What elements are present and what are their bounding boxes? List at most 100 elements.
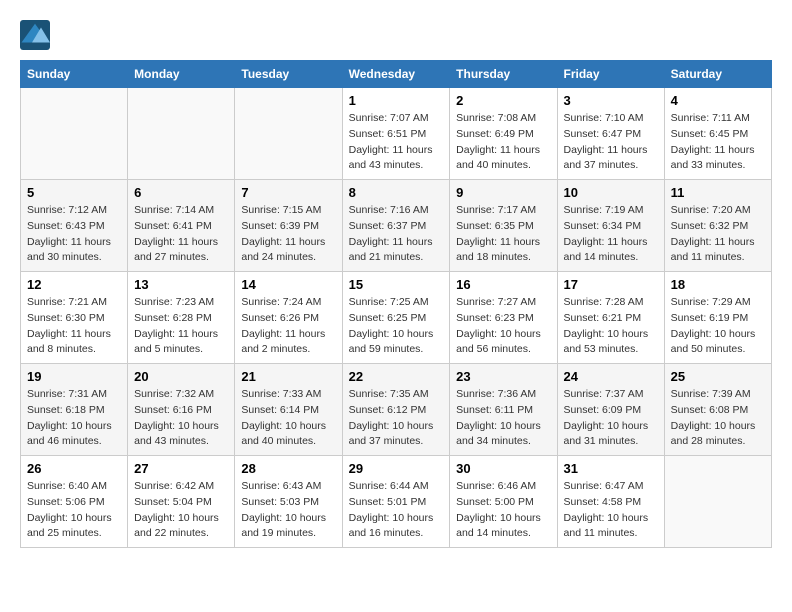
day-info: Sunrise: 7:20 AM Sunset: 6:32 PM Dayligh… [671, 203, 765, 266]
sunrise-text: Sunrise: 7:12 AM [27, 204, 107, 216]
daylight-text: Daylight: 11 hours and 2 minutes. [241, 328, 325, 356]
daylight-text: Daylight: 10 hours and 25 minutes. [27, 512, 112, 540]
sunset-text: Sunset: 6:45 PM [671, 128, 749, 140]
day-info: Sunrise: 7:36 AM Sunset: 6:11 PM Dayligh… [456, 387, 550, 450]
logo [20, 20, 54, 50]
calendar-cell: 23 Sunrise: 7:36 AM Sunset: 6:11 PM Dayl… [450, 364, 557, 456]
calendar-cell: 3 Sunrise: 7:10 AM Sunset: 6:47 PM Dayli… [557, 88, 664, 180]
daylight-text: Daylight: 10 hours and 50 minutes. [671, 328, 756, 356]
daylight-text: Daylight: 11 hours and 33 minutes. [671, 144, 755, 172]
sunrise-text: Sunrise: 7:29 AM [671, 296, 751, 308]
calendar-cell: 21 Sunrise: 7:33 AM Sunset: 6:14 PM Dayl… [235, 364, 342, 456]
day-info: Sunrise: 7:24 AM Sunset: 6:26 PM Dayligh… [241, 295, 335, 358]
day-number: 6 [134, 185, 228, 200]
day-number: 19 [27, 369, 121, 384]
day-info: Sunrise: 7:12 AM Sunset: 6:43 PM Dayligh… [27, 203, 121, 266]
sunset-text: Sunset: 5:01 PM [349, 496, 427, 508]
calendar-cell: 25 Sunrise: 7:39 AM Sunset: 6:08 PM Dayl… [664, 364, 771, 456]
day-info: Sunrise: 7:16 AM Sunset: 6:37 PM Dayligh… [349, 203, 444, 266]
sunset-text: Sunset: 6:37 PM [349, 220, 427, 232]
calendar-cell: 6 Sunrise: 7:14 AM Sunset: 6:41 PM Dayli… [128, 180, 235, 272]
daylight-text: Daylight: 11 hours and 14 minutes. [564, 236, 648, 264]
sunset-text: Sunset: 6:25 PM [349, 312, 427, 324]
calendar-cell: 9 Sunrise: 7:17 AM Sunset: 6:35 PM Dayli… [450, 180, 557, 272]
sunrise-text: Sunrise: 7:35 AM [349, 388, 429, 400]
day-number: 26 [27, 461, 121, 476]
day-number: 14 [241, 277, 335, 292]
sunset-text: Sunset: 6:11 PM [456, 404, 533, 416]
sunset-text: Sunset: 5:00 PM [456, 496, 534, 508]
daylight-text: Daylight: 10 hours and 40 minutes. [241, 420, 326, 448]
day-number: 17 [564, 277, 658, 292]
day-info: Sunrise: 7:23 AM Sunset: 6:28 PM Dayligh… [134, 295, 228, 358]
weekday-header-friday: Friday [557, 61, 664, 88]
calendar-week-row: 12 Sunrise: 7:21 AM Sunset: 6:30 PM Dayl… [21, 272, 772, 364]
day-info: Sunrise: 6:43 AM Sunset: 5:03 PM Dayligh… [241, 479, 335, 542]
sunset-text: Sunset: 4:58 PM [564, 496, 642, 508]
day-info: Sunrise: 7:08 AM Sunset: 6:49 PM Dayligh… [456, 111, 550, 174]
sunset-text: Sunset: 6:39 PM [241, 220, 319, 232]
day-number: 21 [241, 369, 335, 384]
calendar-cell: 1 Sunrise: 7:07 AM Sunset: 6:51 PM Dayli… [342, 88, 450, 180]
sunset-text: Sunset: 6:47 PM [564, 128, 642, 140]
daylight-text: Daylight: 10 hours and 28 minutes. [671, 420, 756, 448]
sunrise-text: Sunrise: 7:31 AM [27, 388, 107, 400]
sunset-text: Sunset: 6:28 PM [134, 312, 212, 324]
sunset-text: Sunset: 5:03 PM [241, 496, 319, 508]
calendar-cell: 26 Sunrise: 6:40 AM Sunset: 5:06 PM Dayl… [21, 456, 128, 548]
daylight-text: Daylight: 10 hours and 53 minutes. [564, 328, 649, 356]
sunset-text: Sunset: 6:41 PM [134, 220, 212, 232]
calendar-cell: 7 Sunrise: 7:15 AM Sunset: 6:39 PM Dayli… [235, 180, 342, 272]
sunrise-text: Sunrise: 7:11 AM [671, 112, 750, 124]
daylight-text: Daylight: 10 hours and 16 minutes. [349, 512, 434, 540]
day-number: 9 [456, 185, 550, 200]
day-number: 11 [671, 185, 765, 200]
day-info: Sunrise: 7:28 AM Sunset: 6:21 PM Dayligh… [564, 295, 658, 358]
day-number: 10 [564, 185, 658, 200]
day-info: Sunrise: 7:32 AM Sunset: 6:16 PM Dayligh… [134, 387, 228, 450]
daylight-text: Daylight: 10 hours and 31 minutes. [564, 420, 649, 448]
sunrise-text: Sunrise: 6:40 AM [27, 480, 107, 492]
calendar-cell: 14 Sunrise: 7:24 AM Sunset: 6:26 PM Dayl… [235, 272, 342, 364]
day-info: Sunrise: 7:07 AM Sunset: 6:51 PM Dayligh… [349, 111, 444, 174]
day-number: 2 [456, 93, 550, 108]
day-number: 22 [349, 369, 444, 384]
sunrise-text: Sunrise: 7:07 AM [349, 112, 429, 124]
daylight-text: Daylight: 11 hours and 11 minutes. [671, 236, 755, 264]
weekday-header-wednesday: Wednesday [342, 61, 450, 88]
calendar-cell [664, 456, 771, 548]
day-number: 20 [134, 369, 228, 384]
day-info: Sunrise: 7:39 AM Sunset: 6:08 PM Dayligh… [671, 387, 765, 450]
daylight-text: Daylight: 10 hours and 46 minutes. [27, 420, 112, 448]
sunrise-text: Sunrise: 7:21 AM [27, 296, 107, 308]
day-info: Sunrise: 7:27 AM Sunset: 6:23 PM Dayligh… [456, 295, 550, 358]
day-info: Sunrise: 7:14 AM Sunset: 6:41 PM Dayligh… [134, 203, 228, 266]
sunset-text: Sunset: 6:08 PM [671, 404, 749, 416]
sunset-text: Sunset: 6:26 PM [241, 312, 319, 324]
sunset-text: Sunset: 6:35 PM [456, 220, 534, 232]
calendar-cell: 20 Sunrise: 7:32 AM Sunset: 6:16 PM Dayl… [128, 364, 235, 456]
calendar-cell: 4 Sunrise: 7:11 AM Sunset: 6:45 PM Dayli… [664, 88, 771, 180]
weekday-header-tuesday: Tuesday [235, 61, 342, 88]
sunset-text: Sunset: 6:16 PM [134, 404, 212, 416]
day-info: Sunrise: 7:25 AM Sunset: 6:25 PM Dayligh… [349, 295, 444, 358]
sunset-text: Sunset: 6:30 PM [27, 312, 105, 324]
calendar-cell: 27 Sunrise: 6:42 AM Sunset: 5:04 PM Dayl… [128, 456, 235, 548]
daylight-text: Daylight: 11 hours and 24 minutes. [241, 236, 325, 264]
day-number: 4 [671, 93, 765, 108]
day-number: 27 [134, 461, 228, 476]
day-number: 23 [456, 369, 550, 384]
day-number: 8 [349, 185, 444, 200]
day-info: Sunrise: 6:46 AM Sunset: 5:00 PM Dayligh… [456, 479, 550, 542]
day-number: 18 [671, 277, 765, 292]
calendar-cell: 13 Sunrise: 7:23 AM Sunset: 6:28 PM Dayl… [128, 272, 235, 364]
daylight-text: Daylight: 11 hours and 40 minutes. [456, 144, 540, 172]
daylight-text: Daylight: 11 hours and 8 minutes. [27, 328, 111, 356]
sunrise-text: Sunrise: 7:23 AM [134, 296, 214, 308]
calendar-cell: 30 Sunrise: 6:46 AM Sunset: 5:00 PM Dayl… [450, 456, 557, 548]
day-info: Sunrise: 7:31 AM Sunset: 6:18 PM Dayligh… [27, 387, 121, 450]
sunrise-text: Sunrise: 7:36 AM [456, 388, 536, 400]
weekday-header-monday: Monday [128, 61, 235, 88]
sunrise-text: Sunrise: 7:20 AM [671, 204, 751, 216]
sunrise-text: Sunrise: 6:46 AM [456, 480, 536, 492]
